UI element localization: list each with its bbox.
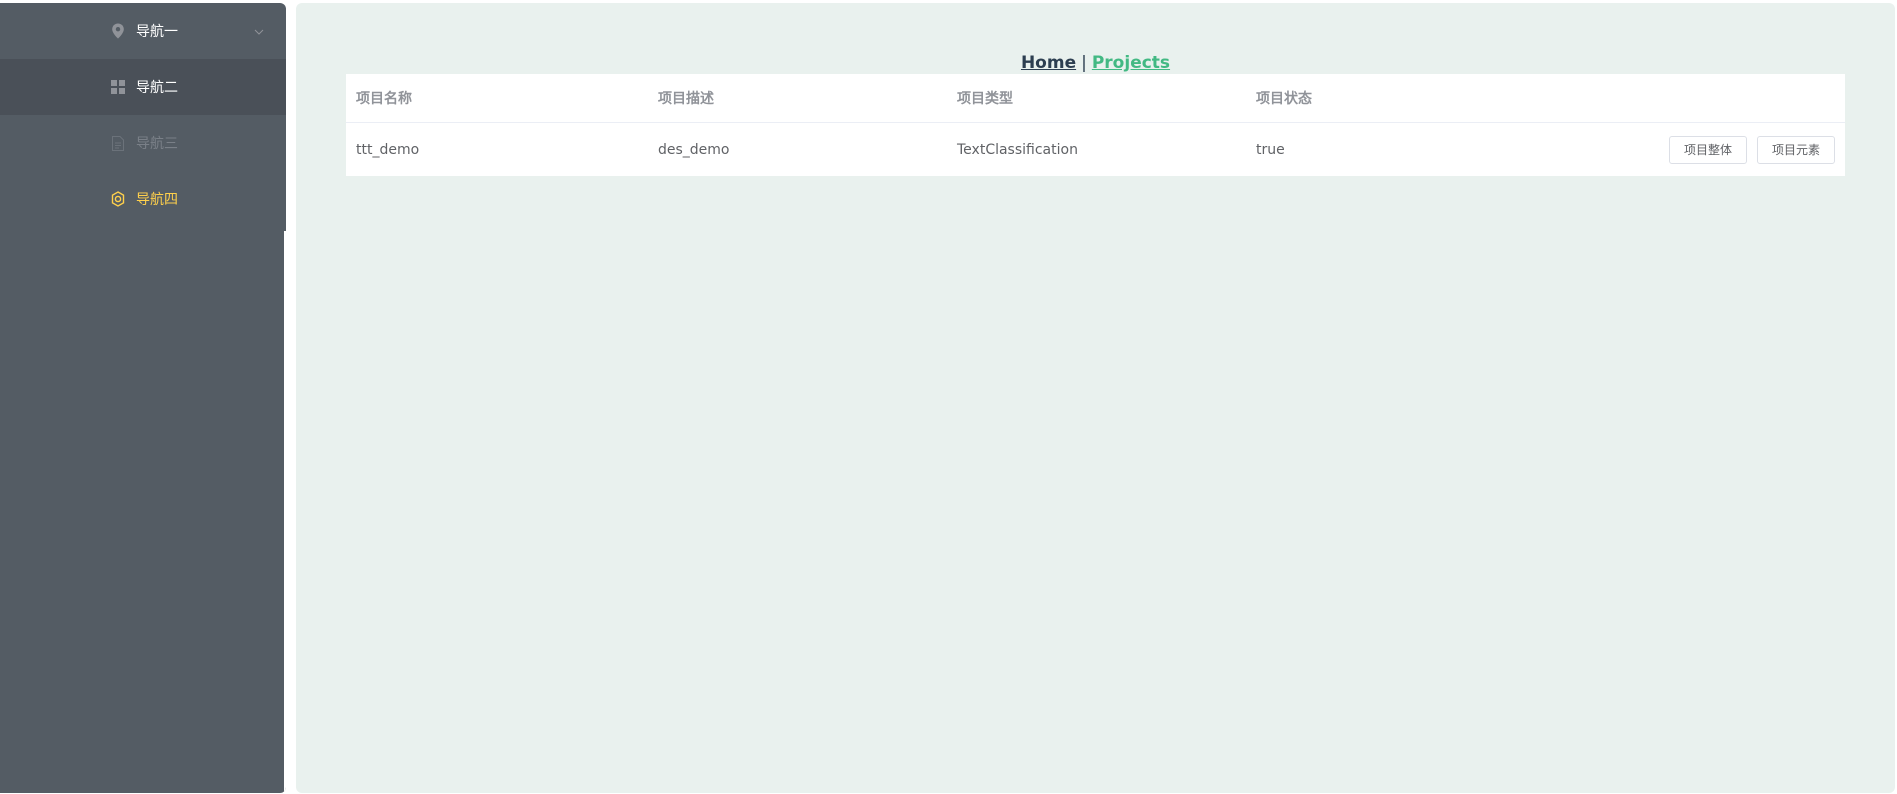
router-nav: Home | Projects bbox=[296, 53, 1895, 73]
table-header: 项目名称 项目描述 项目类型 项目状态 bbox=[346, 74, 1845, 123]
cell-project-type: TextClassification bbox=[957, 141, 1078, 158]
nav-separator: | bbox=[1081, 53, 1087, 73]
sidebar-item-nav1[interactable]: 导航一 bbox=[0, 3, 286, 59]
menu-grid-icon bbox=[110, 79, 126, 95]
sidebar-item-label: 导航一 bbox=[136, 24, 178, 40]
sidebar-item-label: 导航三 bbox=[136, 136, 178, 152]
row-actions: 项目整体 项目元素 bbox=[1668, 135, 1835, 164]
projects-table: 项目名称 项目描述 项目类型 项目状态 ttt_demo des_demo Te… bbox=[346, 74, 1845, 176]
sidebar-menu: 导航一 导航二 导航三 导航四 bbox=[0, 3, 286, 793]
cell-project-description: des_demo bbox=[658, 141, 730, 158]
setting-icon bbox=[110, 191, 126, 207]
sidebar-edge bbox=[284, 231, 286, 793]
projects-link[interactable]: Projects bbox=[1092, 53, 1170, 73]
sidebar-item-label: 导航二 bbox=[136, 80, 178, 96]
cell-project-status: true bbox=[1256, 141, 1285, 158]
location-icon bbox=[110, 23, 126, 39]
sidebar-item-nav2[interactable]: 导航二 bbox=[0, 59, 286, 115]
table-row: ttt_demo des_demo TextClassification tru… bbox=[346, 123, 1845, 176]
chevron-down-icon[interactable] bbox=[254, 25, 264, 35]
column-header-name: 项目名称 bbox=[356, 91, 412, 107]
column-header-type: 项目类型 bbox=[957, 91, 1013, 107]
cell-project-name: ttt_demo bbox=[356, 141, 420, 158]
column-header-description: 项目描述 bbox=[658, 91, 714, 107]
project-elements-button[interactable]: 项目元素 bbox=[1756, 135, 1835, 164]
home-link[interactable]: Home bbox=[1021, 53, 1076, 73]
sidebar-item-label: 导航四 bbox=[136, 192, 178, 208]
column-header-status: 项目状态 bbox=[1256, 91, 1312, 107]
app-root: 导航一 导航二 导航三 导航四 Home | Projects 项目名称 项目描… bbox=[0, 0, 1897, 794]
sidebar-item-nav3: 导航三 bbox=[0, 115, 286, 171]
project-overall-button[interactable]: 项目整体 bbox=[1668, 135, 1747, 164]
sidebar-item-nav4[interactable]: 导航四 bbox=[0, 171, 286, 227]
main-content: Home | Projects 项目名称 项目描述 项目类型 项目状态 ttt_de… bbox=[296, 3, 1895, 793]
document-icon bbox=[110, 135, 126, 151]
